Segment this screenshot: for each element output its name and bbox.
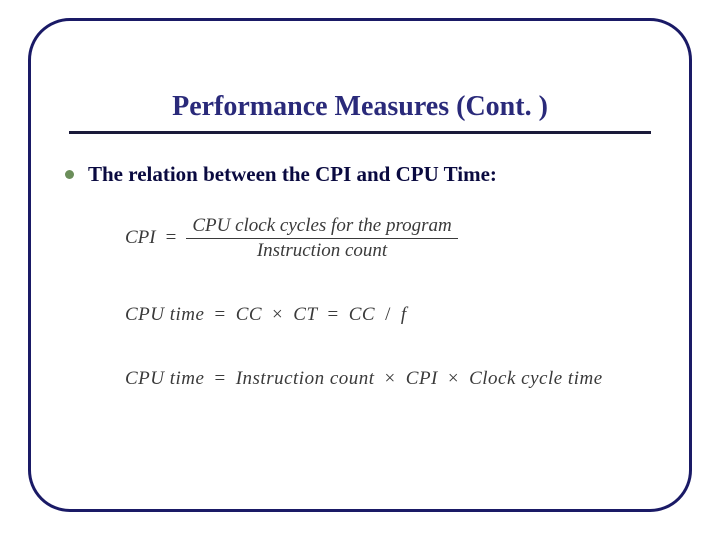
- slide-title: Performance Measures (Cont. ): [168, 91, 552, 129]
- eq2-cc2: CC: [349, 304, 375, 326]
- eq1-equals: =: [166, 227, 177, 249]
- eq2-ct: CT: [293, 304, 317, 326]
- bullet-row-1: The relation between the CPI and CPU Tim…: [65, 162, 655, 187]
- title-underline: [69, 131, 651, 134]
- equations-block: CPI = CPU clock cycles for the program I…: [125, 215, 655, 390]
- eq2-slash: /: [385, 304, 391, 326]
- eq3-cpi: CPI: [406, 368, 438, 390]
- eq2-lhs: CPU time: [125, 304, 204, 326]
- eq2-equals-2: =: [328, 304, 339, 326]
- equation-cpi: CPI = CPU clock cycles for the program I…: [125, 215, 655, 262]
- title-block: Performance Measures (Cont. ): [59, 91, 661, 134]
- bullet-dot-icon: [65, 170, 74, 179]
- eq3-times-2: ×: [448, 368, 459, 390]
- eq1-lhs: CPI: [125, 227, 156, 249]
- slide-body: The relation between the CPI and CPU Tim…: [59, 162, 661, 390]
- equation-cpu-time-long: CPU time = Instruction count × CPI × Clo…: [125, 368, 655, 390]
- slide-frame: Performance Measures (Cont. ) The relati…: [28, 18, 692, 512]
- eq2-cc: CC: [236, 304, 262, 326]
- eq3-lhs: CPU time: [125, 368, 204, 390]
- eq1-numerator: CPU clock cycles for the program: [186, 215, 457, 238]
- eq1-fraction: CPU clock cycles for the program Instruc…: [186, 215, 457, 262]
- eq3-cct: Clock cycle time: [469, 368, 603, 390]
- eq3-times-1: ×: [385, 368, 396, 390]
- equation-cpu-time-short: CPU time = CC × CT = CC / f: [125, 304, 655, 326]
- eq2-equals-1: =: [214, 304, 225, 326]
- eq2-f: f: [401, 304, 407, 326]
- bullet-text-1: The relation between the CPI and CPU Tim…: [88, 162, 497, 187]
- slide: Performance Measures (Cont. ) The relati…: [0, 0, 720, 540]
- eq1-denominator: Instruction count: [251, 239, 393, 262]
- eq3-equals: =: [214, 368, 225, 390]
- eq2-times-1: ×: [272, 304, 283, 326]
- eq3-ic: Instruction count: [236, 368, 375, 390]
